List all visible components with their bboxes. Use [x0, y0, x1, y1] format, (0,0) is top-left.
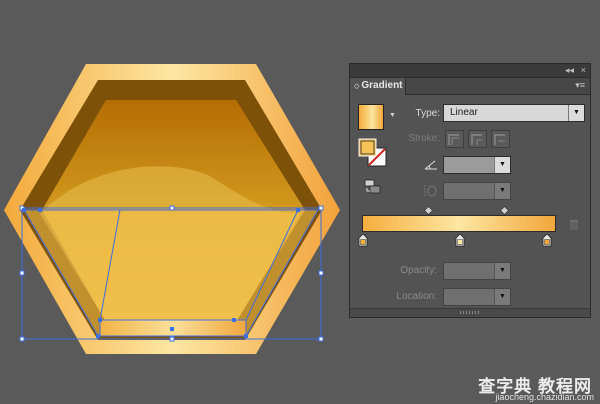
panel-menu-icon[interactable]: ▾≡: [575, 80, 585, 91]
gradient-midpoint-left[interactable]: [423, 205, 434, 216]
gradient-panel: ◂◂ × ◇ Gradient ▾≡ ▼ Type: Linear ▼ Strok…: [349, 63, 591, 318]
panel-title-bar[interactable]: ◂◂ ×: [350, 64, 590, 78]
aspect-dropdown-caret[interactable]: ▼: [494, 183, 510, 199]
aspect-ratio-input[interactable]: ▼: [443, 182, 511, 200]
stroke-within-button[interactable]: [445, 130, 464, 148]
gradient-swatch[interactable]: [358, 104, 384, 130]
gradient-stop-middle[interactable]: [455, 234, 465, 247]
watermark: 查字典 教程网 jiaocheng.chazidian.com: [468, 372, 598, 402]
tab-arrows-icon: ◇: [354, 83, 360, 90]
aspect-ratio-icon: [424, 185, 437, 197]
location-dropdown-caret[interactable]: ▼: [494, 289, 510, 305]
type-value: Linear: [450, 107, 478, 118]
type-dropdown-caret[interactable]: ▼: [568, 105, 584, 121]
resize-grip-icon[interactable]: [460, 311, 480, 314]
fill-stroke-icon[interactable]: [358, 138, 388, 168]
opacity-label: Opacity:: [400, 265, 437, 276]
angle-icon: [424, 160, 437, 170]
tab-gradient-label: Gradient: [361, 80, 403, 91]
location-input[interactable]: ▼: [443, 288, 511, 306]
stroke-across-button[interactable]: [491, 130, 510, 148]
angle-dropdown-caret[interactable]: ▼: [494, 157, 510, 173]
stroke-label: Stroke:: [408, 133, 440, 144]
gradient-stop-left[interactable]: [358, 234, 368, 247]
close-icon[interactable]: ×: [581, 64, 586, 77]
angle-input[interactable]: ▼: [443, 156, 511, 174]
gradient-midpoint-right[interactable]: [499, 205, 510, 216]
gradient-slider[interactable]: [362, 215, 556, 232]
reverse-gradient-icon[interactable]: [364, 179, 382, 195]
panel-tab-row: ◇ Gradient ▾≡: [350, 78, 590, 95]
panel-resize-footer[interactable]: [350, 308, 590, 317]
type-label: Type:: [415, 108, 440, 119]
location-label: Location:: [396, 291, 437, 302]
trash-icon[interactable]: [569, 219, 579, 230]
type-dropdown[interactable]: Linear ▼: [443, 104, 585, 122]
tab-gradient[interactable]: ◇ Gradient: [350, 78, 406, 95]
opacity-dropdown-caret[interactable]: ▼: [494, 263, 510, 279]
stroke-along-button[interactable]: [468, 130, 487, 148]
collapse-icon[interactable]: ◂◂: [565, 64, 574, 77]
watermark-url: jiaocheng.chazidian.com: [495, 392, 594, 402]
opacity-input[interactable]: ▼: [443, 262, 511, 280]
gradient-stop-right[interactable]: [542, 234, 552, 247]
